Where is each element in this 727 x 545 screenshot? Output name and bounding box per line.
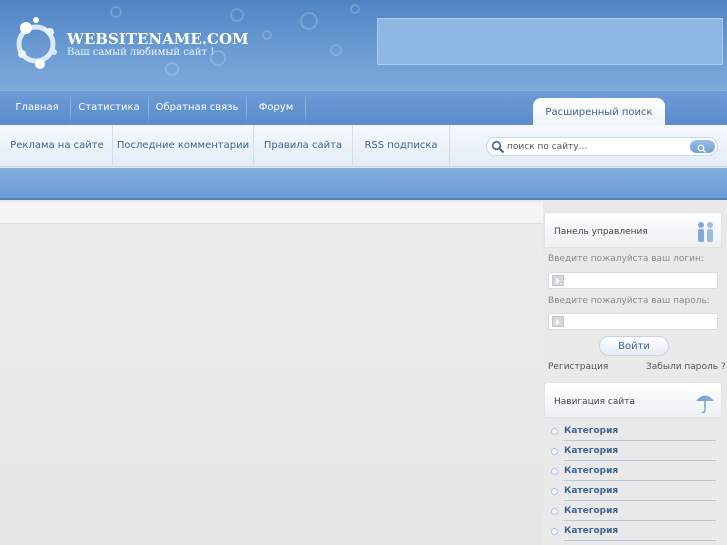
site-title[interactable]: WEBSITENAME.COM (67, 30, 249, 48)
category-link[interactable]: Категория (564, 526, 618, 536)
bullet-icon (551, 488, 558, 495)
users-icon (698, 222, 713, 242)
password-field[interactable] (548, 313, 718, 330)
decor-bubble (165, 62, 179, 76)
magnifier-icon (697, 144, 707, 154)
login-label: Введите пожалуйста ваш логин: (548, 254, 704, 264)
subnav-item-rss[interactable]: RSS подписка (354, 125, 448, 167)
bullet-icon (551, 428, 558, 435)
search-icon (491, 140, 505, 154)
arrow-right-icon (552, 275, 564, 286)
subnav-item-ads[interactable]: Реклама на сайте (6, 125, 108, 167)
login-field[interactable] (548, 272, 718, 289)
site-header: WEBSITENAME.COM Ваш самый любимый сайт ! (0, 0, 727, 90)
search-submit-button[interactable] (690, 140, 715, 154)
sidebar-item-category[interactable]: Категория (548, 523, 719, 543)
header-band (0, 168, 727, 200)
divider (564, 440, 716, 441)
divider (148, 94, 149, 123)
divider (246, 94, 247, 123)
category-link[interactable]: Категория (564, 486, 618, 496)
topnav-item-stats[interactable]: Статистика (72, 91, 146, 126)
divider (564, 500, 716, 501)
divider (449, 125, 450, 167)
logo-icon[interactable] (14, 14, 64, 70)
site-nav-header: Навигация сайта (544, 382, 722, 418)
decor-bubble (330, 44, 342, 56)
divider (564, 540, 716, 541)
sidebar-item-category[interactable]: Категория (548, 503, 719, 523)
divider (564, 520, 716, 521)
divider (305, 94, 306, 123)
bullet-icon (551, 448, 558, 455)
divider (70, 94, 71, 123)
header-banner-area (377, 18, 723, 65)
divider (253, 125, 254, 167)
top-navigation: Главная Статистика Обратная связь Форум … (0, 90, 727, 127)
category-link[interactable]: Категория (564, 446, 618, 456)
forgot-password-link[interactable]: Забыли пароль ? (646, 362, 726, 372)
subnav-item-rules[interactable]: Правила сайта (255, 125, 351, 167)
decor-bubble (230, 8, 244, 22)
password-input[interactable] (569, 315, 709, 328)
search-input[interactable] (507, 139, 687, 154)
bullet-icon (551, 468, 558, 475)
main-content-area (0, 224, 543, 545)
login-panel-header: Панель управления (544, 212, 722, 248)
decor-bubble (110, 6, 122, 18)
sidebar: Панель управления Введите пожалуйста ваш… (544, 212, 727, 545)
sidebar-item-category[interactable]: Категория (548, 443, 719, 463)
category-link[interactable]: Категория (564, 426, 618, 436)
sidebar-item-category[interactable]: Категория (548, 423, 719, 443)
topnav-item-feedback[interactable]: Обратная связь (150, 91, 244, 126)
search-box (486, 137, 718, 156)
arrow-right-icon (552, 316, 564, 327)
category-link[interactable]: Категория (564, 506, 618, 516)
subnav-item-comments[interactable]: Последние комментарии (114, 125, 252, 167)
site-nav-title: Навигация сайта (554, 397, 635, 407)
topnav-item-home[interactable]: Главная (6, 91, 68, 126)
login-button[interactable]: Войти (599, 336, 669, 356)
site-slogan: Ваш самый любимый сайт ! (67, 47, 215, 58)
divider (564, 460, 716, 461)
divider (352, 125, 353, 167)
sidebar-item-category[interactable]: Категория (548, 463, 719, 483)
decor-bubble (262, 30, 272, 40)
content-header-strip (0, 202, 543, 224)
umbrella-icon (696, 395, 714, 414)
bullet-icon (551, 508, 558, 515)
bullet-icon (551, 528, 558, 535)
divider (564, 480, 716, 481)
login-panel-title: Панель управления (554, 227, 648, 237)
password-label: Введите пожалуйста ваш пароль: (548, 296, 710, 306)
decor-bubble (350, 4, 360, 14)
advanced-search-tab[interactable]: Расширенный поиск (533, 98, 665, 127)
decor-bubble (300, 12, 318, 30)
divider (112, 125, 113, 167)
login-input[interactable] (569, 274, 709, 287)
category-link[interactable]: Категория (564, 466, 618, 476)
topnav-item-forum[interactable]: Форум (248, 91, 304, 126)
sidebar-item-category[interactable]: Категория (548, 483, 719, 503)
register-link[interactable]: Регистрация (548, 362, 608, 372)
